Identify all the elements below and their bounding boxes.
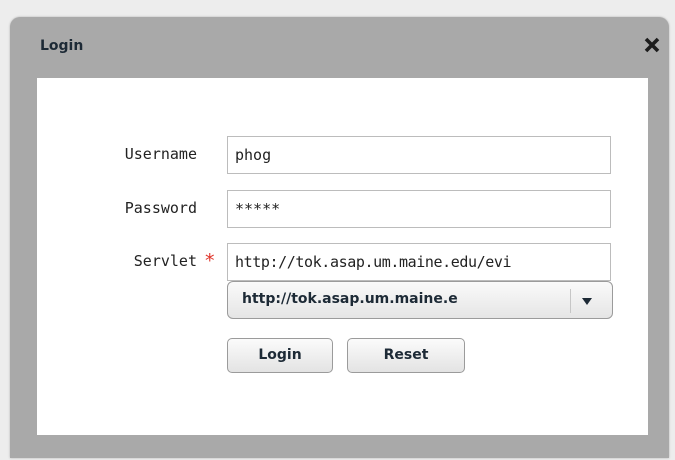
servlet-select[interactable]: http://tok.asap.um.maine.e — [227, 281, 613, 319]
password-label: Password — [124, 199, 197, 217]
select-divider — [570, 289, 571, 313]
dialog-content: Username phog Password ***** Servlet * h… — [37, 78, 648, 435]
username-field[interactable]: phog — [227, 136, 611, 174]
login-button[interactable]: Login — [227, 338, 333, 373]
dialog-titlebar: Login — [10, 17, 669, 77]
password-field[interactable]: ***** — [227, 190, 611, 228]
servlet-select-value: http://tok.asap.um.maine.e — [242, 291, 458, 307]
close-icon[interactable] — [641, 34, 663, 56]
servlet-label: Servlet — [133, 252, 197, 270]
reset-button[interactable]: Reset — [347, 338, 465, 373]
chevron-down-icon[interactable] — [578, 292, 596, 310]
dialog-title: Login — [40, 38, 84, 54]
servlet-field[interactable]: http://tok.asap.um.maine.edu/evi — [227, 243, 611, 281]
login-dialog: Login Username phog Password ***** Servl… — [10, 17, 669, 458]
required-marker: * — [205, 250, 215, 272]
username-label: Username — [124, 145, 197, 163]
